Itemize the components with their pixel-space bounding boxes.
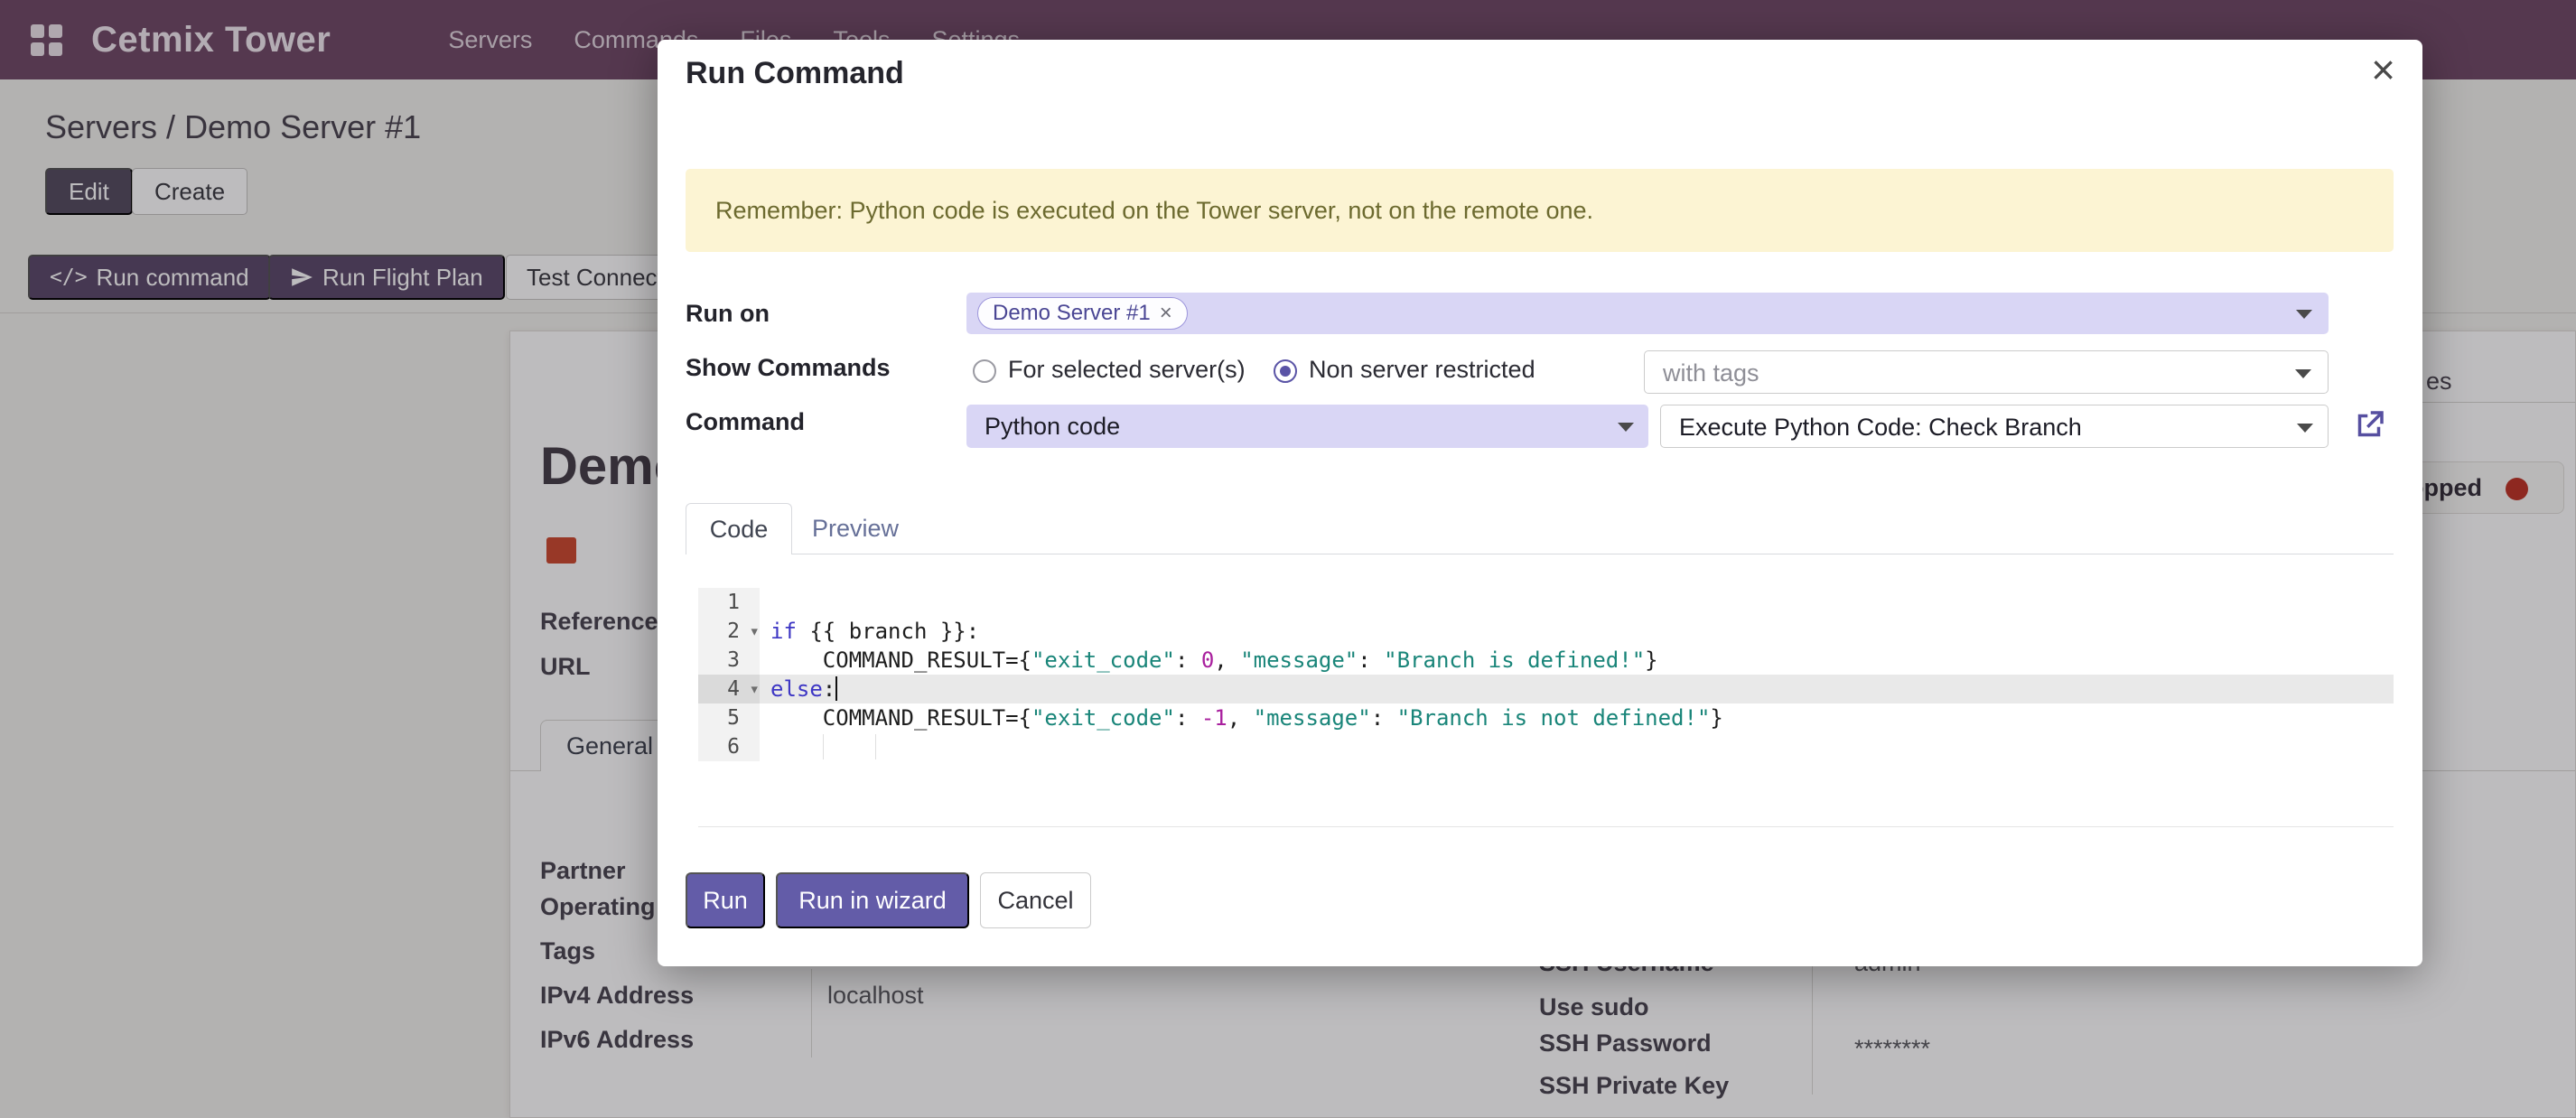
show-commands-label: Show Commands (686, 354, 891, 382)
command-type-value: Python code (985, 413, 1120, 441)
code-line (760, 732, 2394, 761)
cancel-button[interactable]: Cancel (980, 872, 1091, 928)
external-link-icon[interactable] (2350, 406, 2388, 444)
alert-text: Remember: Python code is executed on the… (715, 197, 1593, 225)
tab-preview[interactable]: Preview (792, 503, 919, 554)
code-line: COMMAND_RESULT={"exit_code": 0, "message… (760, 646, 2394, 675)
command-type-select[interactable]: Python code (966, 405, 1648, 448)
line-number: 1 (698, 588, 760, 617)
code-line-active: else: (760, 675, 2394, 703)
line-number: 4▾ (698, 675, 760, 703)
chevron-down-icon[interactable] (1618, 423, 1634, 432)
command-label: Command (686, 408, 805, 436)
close-icon[interactable]: × (2371, 49, 2395, 90)
text-cursor (835, 676, 837, 701)
indent-guide (875, 734, 876, 759)
server-tag-label: Demo Server #1 (993, 301, 1151, 326)
with-tags-placeholder: with tags (1663, 359, 1759, 387)
command-select[interactable]: Execute Python Code: Check Branch (1660, 405, 2329, 448)
chevron-down-icon[interactable] (2296, 310, 2312, 319)
indent-guide (823, 734, 824, 759)
run-command-modal: Run Command × Remember: Python code is e… (658, 40, 2422, 966)
tab-code[interactable]: Code (686, 503, 792, 554)
run-button[interactable]: Run (686, 872, 765, 928)
radio-non-restricted-label[interactable]: Non server restricted (1309, 356, 1535, 384)
fold-icon[interactable]: ▾ (750, 617, 760, 646)
tag-remove-icon[interactable]: × (1160, 301, 1172, 326)
chevron-down-icon[interactable] (2295, 369, 2311, 378)
editor-gutter: 1 2▾ 3 4▾ 5 6 (698, 588, 760, 761)
run-in-wizard-button[interactable]: Run in wizard (776, 872, 969, 928)
line-number: 2▾ (698, 617, 760, 646)
code-editor[interactable]: 1 2▾ 3 4▾ 5 6 if {{ branch }}: COMMAND_R… (698, 568, 2394, 827)
modal-title: Run Command (686, 56, 904, 91)
code-line: COMMAND_RESULT={"exit_code": -1, "messag… (760, 703, 2394, 732)
command-value: Execute Python Code: Check Branch (1679, 414, 2082, 442)
python-warning-alert: Remember: Python code is executed on the… (686, 169, 2394, 252)
code-lines: if {{ branch }}: COMMAND_RESULT={"exit_c… (760, 588, 2394, 761)
run-on-label: Run on (686, 300, 770, 328)
server-tag[interactable]: Demo Server #1 × (977, 297, 1188, 330)
chevron-down-icon[interactable] (2297, 424, 2313, 433)
radio-selected-servers-label[interactable]: For selected server(s) (1008, 356, 1246, 384)
code-line: if {{ branch }}: (760, 617, 2394, 646)
fold-icon[interactable]: ▾ (750, 675, 760, 703)
with-tags-select[interactable]: with tags (1644, 350, 2329, 394)
radio-non-restricted[interactable] (1274, 359, 1297, 383)
radio-selected-servers[interactable] (973, 359, 996, 383)
line-number: 6 (698, 732, 760, 761)
run-on-field[interactable]: Demo Server #1 × (966, 293, 2329, 334)
code-line (760, 588, 2394, 617)
line-number: 5 (698, 703, 760, 732)
line-number: 3 (698, 646, 760, 675)
